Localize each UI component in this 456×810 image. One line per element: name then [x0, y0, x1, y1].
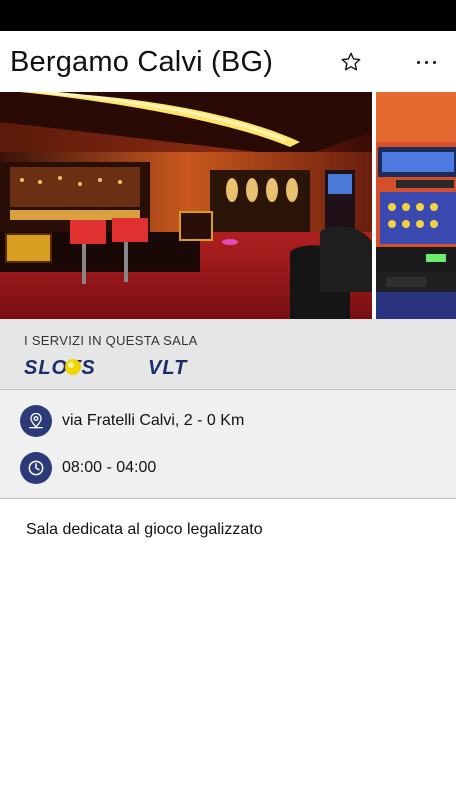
header: Bergamo Calvi (BG) — [0, 31, 456, 92]
photo-gallery[interactable] — [0, 92, 456, 319]
clock-icon — [20, 452, 52, 484]
more-icon — [416, 60, 436, 64]
gallery-photo[interactable] — [0, 92, 372, 319]
star-icon — [341, 52, 361, 71]
svg-text:VLT: VLT — [148, 357, 188, 378]
location-icon — [20, 405, 52, 437]
info-section: via Fratelli Calvi, 2 - 0 Km 08:00 - 04:… — [0, 390, 456, 499]
page-title: Bergamo Calvi (BG) — [10, 46, 274, 78]
hours-row: 08:00 - 04:00 — [20, 451, 156, 485]
address-text: via Fratelli Calvi, 2 - 0 Km — [62, 412, 245, 429]
gallery-photo[interactable] — [376, 92, 456, 319]
services-section: I SERVIZI IN QUESTA SALA SLOTS VLT — [0, 319, 456, 390]
services-label: I SERVIZI IN QUESTA SALA — [24, 333, 198, 348]
slots-logo: SLOTS — [24, 357, 96, 378]
favorite-button[interactable] — [336, 47, 366, 77]
status-bar — [0, 0, 456, 31]
svg-text:SLOTS: SLOTS — [24, 357, 96, 378]
description-text: Sala dedicata al gioco legalizzato — [26, 521, 263, 538]
more-button[interactable] — [409, 47, 443, 77]
vlt-logo: VLT — [148, 357, 188, 378]
address-row[interactable]: via Fratelli Calvi, 2 - 0 Km — [20, 404, 244, 438]
hours-text: 08:00 - 04:00 — [62, 459, 157, 476]
